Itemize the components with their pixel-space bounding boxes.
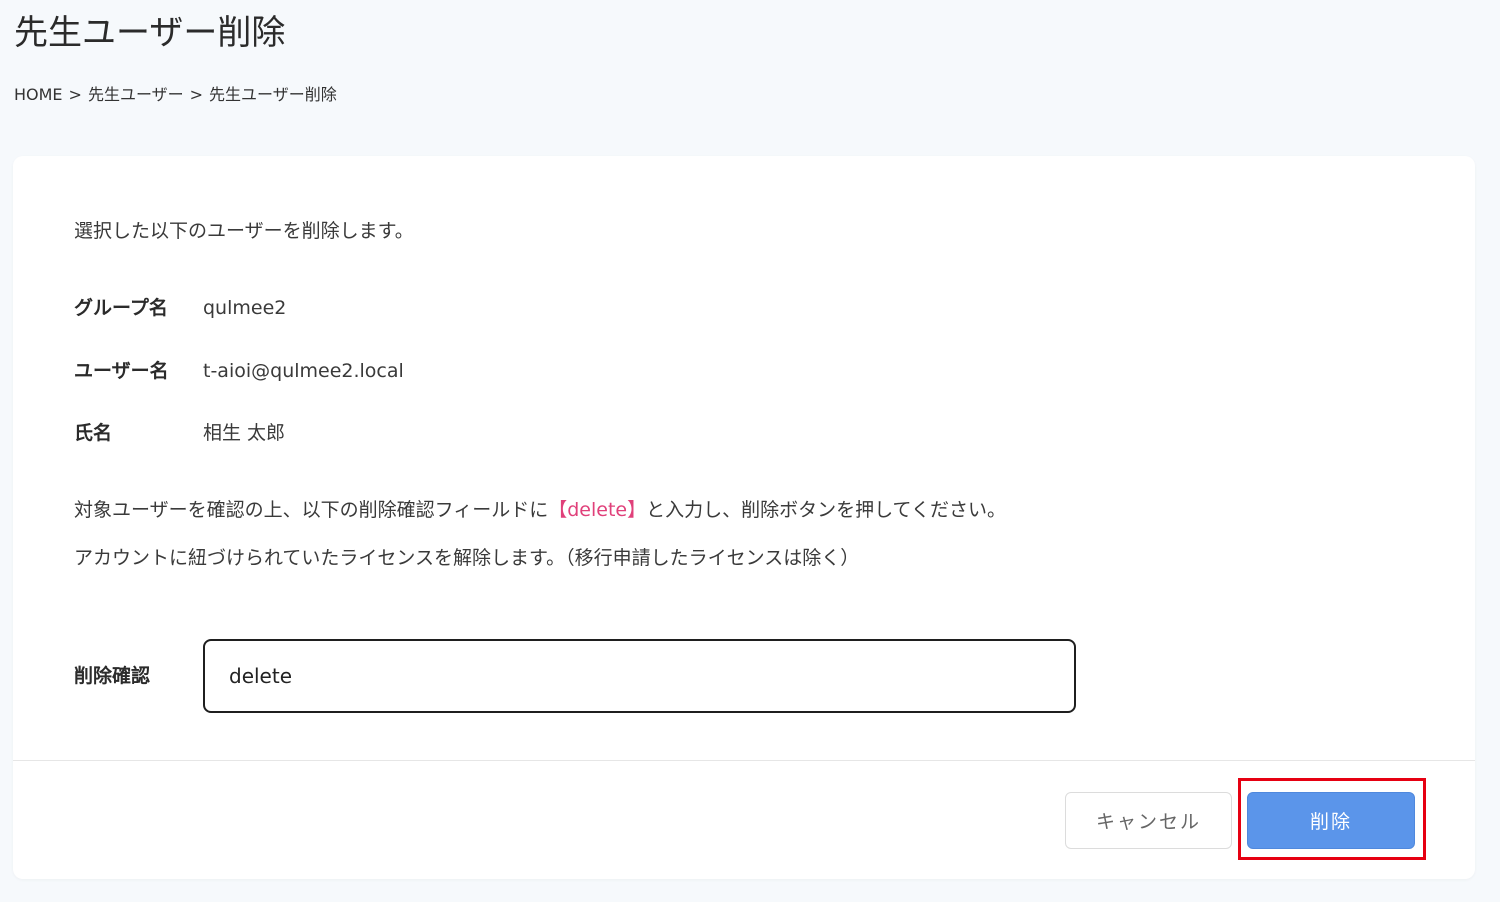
instruction-text-pre: 対象ユーザーを確認の上、以下の削除確認フィールドに — [74, 499, 549, 521]
group-name-row: グループ名 qulmee2 — [74, 295, 286, 321]
instruction-text-post: と入力し、削除ボタンを押してください。 — [646, 499, 1006, 521]
user-name-label: ユーザー名 — [74, 360, 169, 382]
delete-user-card: 選択した以下のユーザーを削除します。 グループ名 qulmee2 ユーザー名 t… — [13, 156, 1475, 879]
delete-button[interactable]: 削除 — [1247, 792, 1415, 849]
instruction-text: 対象ユーザーを確認の上、以下の削除確認フィールドに【delete】と入力し、削除… — [74, 497, 1006, 523]
breadcrumb-separator: > — [189, 85, 204, 104]
delete-confirm-label: 削除確認 — [74, 665, 151, 687]
user-name-value: t-aioi@qulmee2.local — [203, 360, 404, 382]
breadcrumb: HOME > 先生ユーザー > 先生ユーザー削除 — [14, 84, 337, 106]
license-notice-text: アカウントに紐づけられていたライセンスを解除します。（移行申請したライセンスは除… — [74, 547, 860, 569]
cancel-button[interactable]: キャンセル — [1065, 792, 1232, 849]
group-name-value: qulmee2 — [203, 297, 287, 319]
page-title: 先生ユーザー削除 — [14, 13, 286, 53]
delete-keyword: 【delete】 — [548, 499, 647, 521]
user-name-row: ユーザー名 t-aioi@qulmee2.local — [74, 358, 404, 384]
breadcrumb-current: 先生ユーザー削除 — [209, 85, 337, 104]
breadcrumb-separator: > — [68, 85, 82, 104]
breadcrumb-home-link[interactable]: HOME — [14, 84, 63, 106]
full-name-value: 相生 太郎 — [203, 422, 286, 444]
delete-confirm-input[interactable] — [203, 639, 1076, 713]
footer-divider — [13, 760, 1475, 761]
full-name-row: 氏名 相生 太郎 — [74, 420, 285, 446]
full-name-label: 氏名 — [74, 422, 113, 444]
group-name-label: グループ名 — [74, 297, 168, 319]
breadcrumb-teacher-users-link[interactable]: 先生ユーザー — [88, 84, 184, 106]
intro-text: 選択した以下のユーザーを削除します。 — [74, 220, 414, 242]
